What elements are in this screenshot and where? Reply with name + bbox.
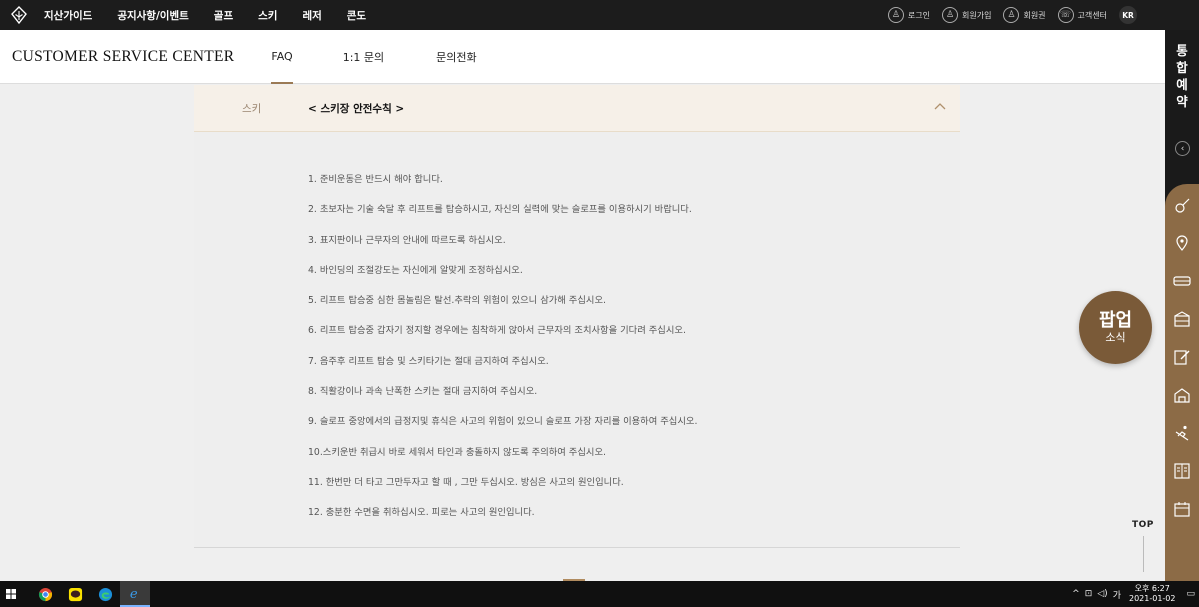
volume-icon[interactable]: ◁) [1097,589,1107,599]
nav-item-condo[interactable]: 콘도 [347,8,366,23]
svg-text:e: e [129,587,137,601]
golf-icon[interactable] [1173,197,1191,215]
user-icon: ♙ [887,7,904,23]
title-char: 통 [1176,43,1188,58]
calendar-icon[interactable] [1173,500,1191,518]
title-char: 합 [1176,60,1188,75]
list-item: 9. 슬로프 중앙에서의 급정지및 휴식은 사고의 위험이 있으니 슬로프 가장… [308,416,698,428]
system-tray: ^ ⊡ ◁) 가 오후 6:27 2021-01-02 ▭ [1067,584,1195,604]
signup-link[interactable]: ♙ 회원가입 [942,7,991,23]
list-item: 10.스키운반 취급시 바로 세워서 타인과 충돌하지 않도록 주의하여 주십시… [308,446,606,458]
list-item: 3. 표지판이나 근무자의 안내에 따르도록 하십시오. [308,234,506,246]
edge-icon[interactable] [90,581,120,607]
nav-item-jisan-guide[interactable]: 지산가이드 [44,8,92,23]
scroll-top-line [1143,536,1144,572]
edit-icon[interactable] [1173,348,1191,366]
tab-phone-inquiry[interactable]: 문의전화 [436,30,476,84]
top-nav: 지산가이드 공지사항/이벤트 골프 스키 레저 콘도 ♙ 로그인 ♙ 회원가입 … [0,0,1199,30]
quick-reservation-sidebar: 통 합 예 약 ‹ [1165,30,1199,581]
network-icon[interactable]: ⊡ [1085,589,1093,599]
page-header: CUSTOMER SERVICE CENTER FAQ 1:1 문의 문의전화 [0,30,1165,84]
user-plus-icon: ♙ [942,7,958,23]
nav-item-golf[interactable]: 골프 [214,8,233,23]
membership-label: 회원권 [1023,10,1046,20]
condo-icon[interactable] [1173,310,1191,328]
tab-faq[interactable]: FAQ [271,30,294,84]
integrated-reservation-title[interactable]: 통 합 예 약 [1165,42,1199,110]
clock[interactable]: 오후 6:27 2021-01-02 [1129,584,1176,604]
list-item: 4. 바인딩의 조절강도는 자신에게 알맞게 조정하십시오. [308,264,523,276]
headset-icon: ☏ [1057,7,1074,23]
list-item: 11. 한번만 더 타고 그만두자고 할 때 , 그만 두십시오. 방심은 사고… [308,476,624,488]
member-card-icon: ♙ [1003,7,1020,23]
bus-icon[interactable] [1173,272,1191,290]
popup-label-1: 팝업 [1098,309,1133,331]
tab-one-to-one-label: 1:1 문의 [342,50,385,64]
ime-icon[interactable]: 가 [1113,588,1121,601]
faq-answer-panel: 1. 준비운동은 반드시 해야 합니다. 2. 초보자는 기술 숙달 후 리프트… [194,132,960,548]
login-link[interactable]: ♙ 로그인 [887,7,930,23]
tab-faq-label: FAQ [271,50,293,63]
list-item: 1. 준비운동은 반드시 해야 합니다. [308,174,443,185]
tab-phone-inquiry-label: 문의전화 [436,50,477,64]
ski-icon[interactable] [1173,424,1191,442]
signup-label: 회원가입 [962,10,992,20]
sidebar-menu [1165,184,1199,581]
title-char: 예 [1176,77,1188,92]
list-item: 7. 음주후 리프트 탑승 및 스키타기는 절대 금지하여 주십시오. [308,355,549,367]
list-item: 5. 리프트 탑승중 심한 몸놀림은 탈선.추락의 위험이 있으니 삼가해 주십… [308,295,606,307]
nav-item-notice-event[interactable]: 공지사항/이벤트 [117,8,188,23]
list-item: 6. 리프트 탑승중 갑자기 정지할 경우에는 침착하게 앉아서 근무자의 조치… [308,325,686,337]
faq-title: < 스키장 안전수칙 > [308,102,405,115]
safety-rules-list: 1. 준비운동은 반드시 해야 합니다. 2. 초보자는 기술 숙달 후 리프트… [308,174,697,538]
login-label: 로그인 [907,10,930,20]
customer-center-link[interactable]: ☏ 고객센터 [1057,7,1107,23]
title-char: 약 [1176,94,1188,109]
logo-icon[interactable] [10,6,28,24]
os-taskbar: e ^ ⊡ ◁) 가 오후 6:27 2021-01-02 ▭ [0,581,1199,607]
tab-one-to-one[interactable]: 1:1 문의 [343,30,384,84]
notification-icon[interactable]: ▭ [1186,589,1195,599]
faq-category: 스키 [242,102,262,115]
membership-link[interactable]: ♙ 회원권 [1003,7,1046,23]
list-item: 12. 충분한 수면을 취하십시오. 피로는 사고의 원인입니다. [308,507,535,519]
chrome-icon[interactable] [30,581,60,607]
location-pin-icon[interactable] [1173,234,1191,252]
faq-item-header[interactable]: 스키 < 스키장 안전수칙 > [194,85,960,132]
nav-item-ski[interactable]: 스키 [258,8,277,23]
book-icon[interactable] [1173,462,1191,480]
popup-label-2: 소식 [1105,330,1126,344]
popup-news-button[interactable]: 팝업 소식 [1079,291,1152,364]
utility-menu: ♙ 로그인 ♙ 회원가입 ♙ 회원권 ☏ 고객센터 KR [876,6,1137,24]
list-item: 2. 초보자는 기술 숙달 후 리프트를 탑승하시고, 자신의 실력에 맞는 슬… [308,204,692,216]
clock-date: 2021-01-02 [1128,594,1176,603]
chevron-up-icon[interactable] [934,101,946,113]
internet-explorer-icon[interactable]: e [120,581,150,607]
windows-start-icon[interactable] [0,581,22,607]
page-title: CUSTOMER SERVICE CENTER [12,47,235,65]
building-icon[interactable] [1173,386,1191,404]
language-button[interactable]: KR [1119,6,1137,24]
kakaotalk-icon[interactable] [60,581,90,607]
nav-item-leisure[interactable]: 레저 [302,8,321,23]
chevron-up-icon[interactable]: ^ [1072,589,1080,599]
customer-center-label: 고객센터 [1077,10,1107,20]
list-item: 8. 직활강이나 과속 난폭한 스키는 절대 금지하여 주십시오. [308,386,538,398]
clock-time: 오후 6:27 [1134,584,1170,593]
chevron-left-icon[interactable]: ‹ [1175,141,1190,156]
scroll-top-button[interactable]: TOP [1132,520,1154,530]
